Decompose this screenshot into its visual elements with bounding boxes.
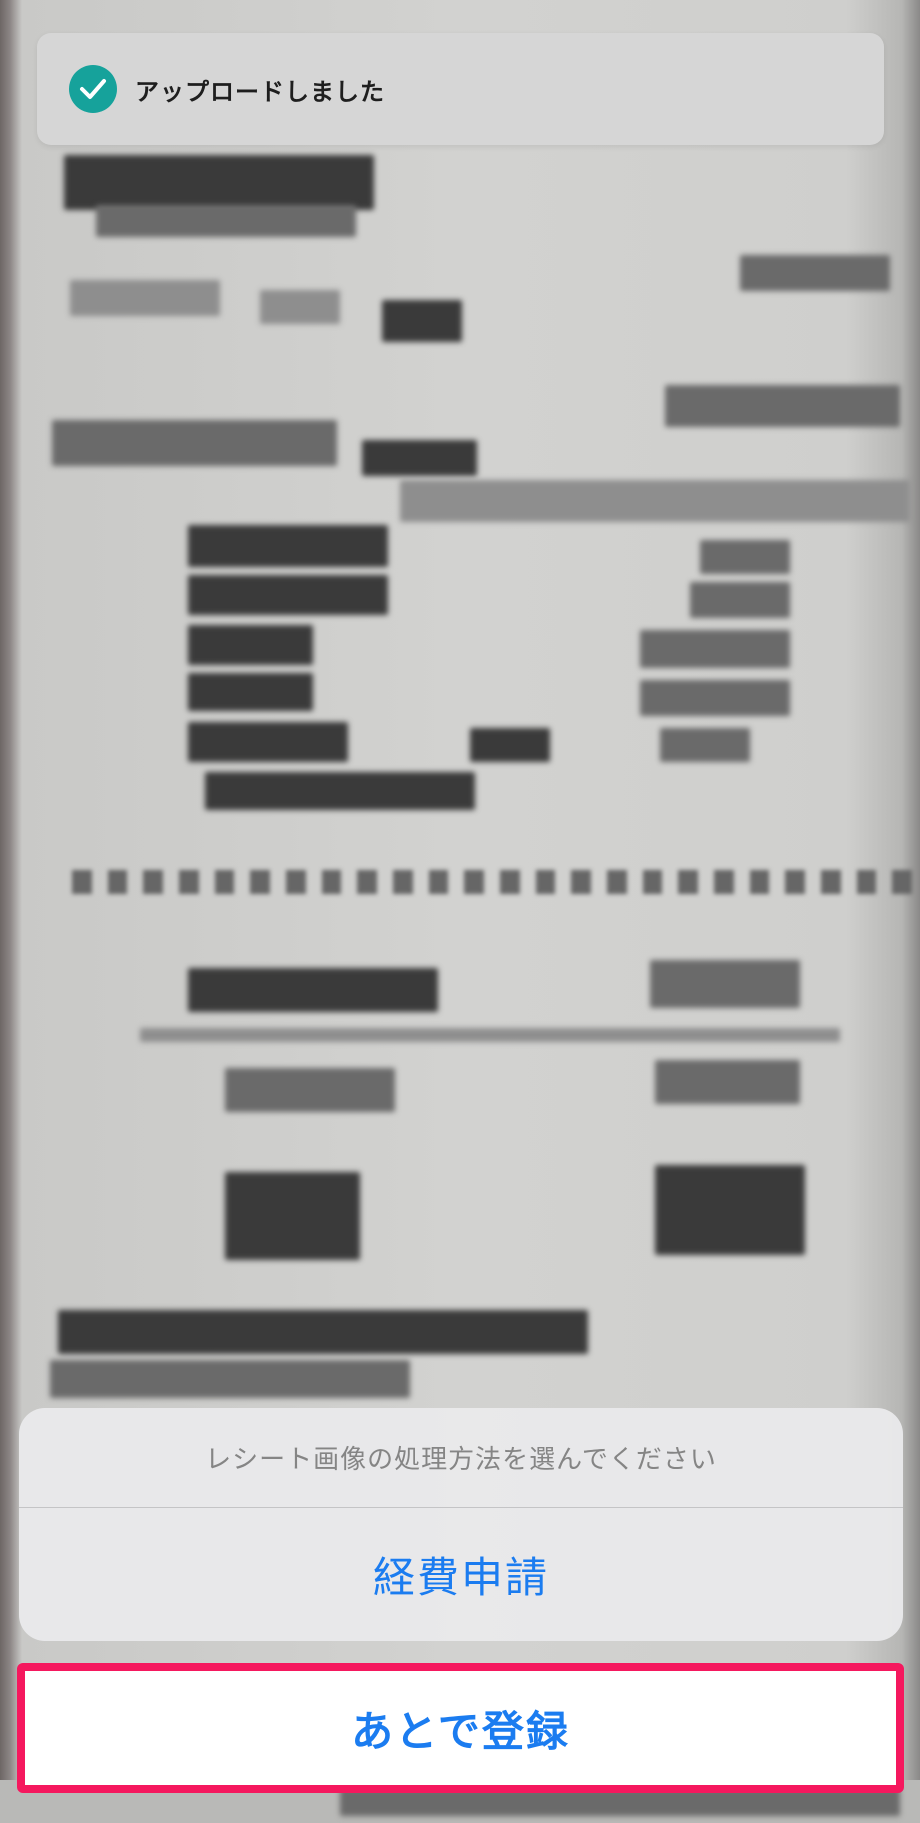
check-circle-icon [69,65,117,113]
upload-success-toast: アップロードしました [37,33,884,145]
expense-request-option[interactable]: 経費申請 [19,1508,903,1641]
register-later-button[interactable]: あとで登録 [25,1671,896,1785]
receipt-divider [72,870,913,898]
action-sheet-title: レシート画像の処理方法を選んでください [19,1408,903,1508]
receipt-action-sheet: レシート画像の処理方法を選んでください 経費申請 [19,1408,903,1641]
register-later-highlight: あとで登録 [17,1663,904,1793]
toast-message: アップロードしました [135,77,385,106]
